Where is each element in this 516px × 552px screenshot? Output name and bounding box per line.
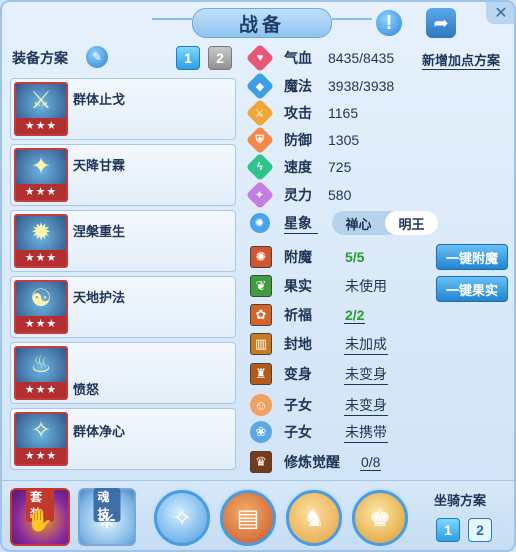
child-icon: ☺ (250, 394, 272, 416)
spirit-icon: ✦ (245, 180, 275, 210)
edit-scheme-icon[interactable]: ✎ (86, 46, 108, 68)
child-carry-row: ❀ 子女 未携带 (250, 420, 388, 444)
transform-row: ♜ 变身 未变身 (250, 362, 388, 386)
page-title: 战备 (238, 14, 285, 36)
one-click-fruit-button[interactable]: 一键果实 (436, 276, 508, 302)
equipment-set-button[interactable]: 套装 ✋ (10, 488, 70, 546)
mount-tab-2[interactable]: 2 (468, 518, 492, 542)
cultivation-row: ♛ 修炼觉醒 0/8 (250, 450, 382, 474)
star-rating: ★★★ (16, 382, 66, 398)
title-bar: 战备 (192, 8, 332, 38)
skill-slot-1[interactable]: ⚔ ★★★ 群体止戈 (10, 78, 236, 140)
skill-name: 天降甘霖 (73, 158, 126, 173)
close-icon[interactable]: ✕ (486, 2, 514, 24)
star-rating: ★★★ (16, 250, 66, 266)
skill-slot-4[interactable]: ☯ ★★★ 天地护法 (10, 276, 236, 338)
attack-icon: ⚔ (245, 98, 275, 128)
soul-skill-icon: ❈ (97, 508, 117, 533)
flame-bowl-icon: ♨ ★★★ (14, 346, 68, 400)
fief-icon: ▥ (250, 333, 272, 355)
mount-tab-1[interactable]: 1 (436, 518, 460, 542)
paw-icon: ❀ (250, 421, 272, 443)
spear-icon: ⚔ ★★★ (14, 82, 68, 136)
transform-icon: ♜ (250, 363, 272, 385)
scheme-tab-1[interactable]: 1 (176, 46, 200, 70)
sword-icon: ✧ ★★★ (14, 412, 68, 466)
blessing-icon: ✿ (250, 304, 272, 326)
warrior-orb-icon[interactable]: ♞ (286, 490, 342, 546)
staff-icon: ✦ ★★★ (14, 148, 68, 202)
skill-slot-2[interactable]: ✦ ★★★ 天降甘霖 (10, 144, 236, 206)
tab-mingwang[interactable]: 明王 (385, 211, 438, 235)
spirit-orb-icon[interactable]: ✧ (154, 490, 210, 546)
mana-icon: ◆ (245, 71, 275, 101)
equipment-scheme-label: 装备方案 (12, 50, 68, 66)
scheme-tab-2[interactable]: 2 (208, 46, 232, 70)
skill-name: 群体止戈 (73, 92, 126, 107)
soul-skill-button[interactable]: 魂技 ❈ (78, 488, 136, 546)
enchant-icon: ✺ (250, 246, 272, 268)
star-sign-icon: ✺ (245, 208, 275, 238)
one-click-enchant-button[interactable]: 一键附魔 (436, 244, 508, 270)
star-rating: ★★★ (16, 448, 66, 464)
scroll-orb-icon[interactable]: ▤ (220, 490, 276, 546)
enchant-row: ✺ 附魔 5/5 (250, 245, 365, 269)
cultivation-icon: ♛ (250, 451, 272, 473)
skill-slot-3[interactable]: ✹ ★★★ 涅槃重生 (10, 210, 236, 272)
stat-hp: ♥ 气血 8435/8435 (245, 43, 394, 73)
defense-icon: ⛨ (245, 125, 275, 155)
mount-scheme-label: 坐骑方案 (434, 493, 487, 508)
star-rating: ★★★ (16, 316, 66, 332)
stat-attack: ⚔ 攻击 1165 (245, 98, 358, 128)
help-icon[interactable]: ! (374, 8, 404, 38)
speed-icon: ϟ (245, 152, 275, 182)
battle-prep-panel: 战备 ! ➦ ✕ 装备方案 ✎ 1 2 ⚔ ★★★ 群体止戈 ✦ ★★★ 天降甘… (0, 0, 516, 552)
star-rating: ★★★ (16, 184, 66, 200)
skill-name: 愤怒 (73, 382, 100, 397)
star-rating: ★★★ (16, 118, 66, 134)
add-point-scheme-link[interactable]: 新增加点方案 (422, 50, 501, 70)
title-ornament-left (152, 18, 192, 20)
stat-speed: ϟ 速度 725 (245, 152, 351, 182)
skill-name: 涅槃重生 (73, 224, 126, 239)
blessing-row: ✿ 祈福 2/2 (250, 303, 366, 327)
skill-slot-5[interactable]: ♨ ★★★ 愤怒 (10, 342, 236, 404)
star-sign-row: ✺ 星象 (245, 208, 318, 238)
share-icon[interactable]: ➦ (426, 8, 456, 38)
serpent-icon: ☯ ★★★ (14, 280, 68, 334)
stat-mp: ◆ 魔法 3938/3938 (245, 71, 394, 101)
stat-spirit: ✦ 灵力 580 (245, 180, 351, 210)
skill-name: 天地护法 (73, 290, 126, 305)
skill-slot-6[interactable]: ✧ ★★★ 群体净心 (10, 408, 236, 470)
child-transform-row: ☺ 子女 未变身 (250, 393, 388, 417)
phoenix-icon: ✹ ★★★ (14, 214, 68, 268)
fruit-icon: ❦ (250, 275, 272, 297)
golden-warrior-orb-icon[interactable]: ♚ (352, 490, 408, 546)
fruit-row: ❦ 果实 未使用 (250, 274, 388, 298)
fief-row: ▥ 封地 未加成 (250, 332, 388, 356)
title-ornament-right (332, 18, 372, 20)
skill-name: 群体净心 (73, 424, 126, 439)
heart-icon: ♥ (245, 43, 275, 73)
tab-chanxin[interactable]: 禅心 (332, 211, 385, 235)
orb-hand-icon: ✋ (26, 508, 54, 533)
star-sign-tabs: 禅心 明王 (332, 211, 438, 235)
stat-defense: ⛨ 防御 1305 (245, 125, 359, 155)
